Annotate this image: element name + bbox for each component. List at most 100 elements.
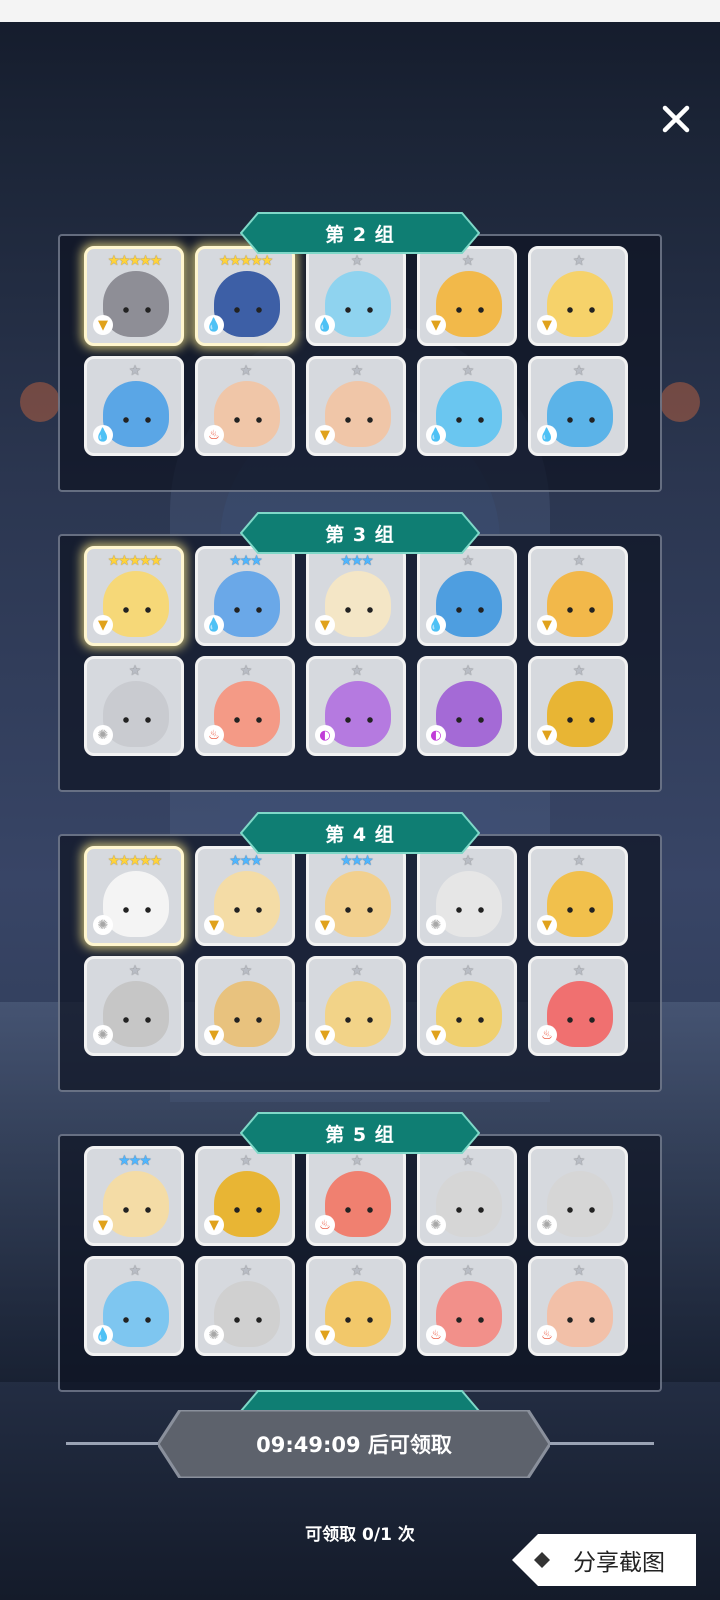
star-rating-icon: ★★★★★ — [218, 253, 274, 269]
hero-eyes — [345, 907, 373, 913]
hero-card[interactable]: ★ ✺ — [84, 956, 184, 1056]
status-bar — [0, 0, 720, 22]
hero-portrait — [103, 871, 169, 937]
hero-card[interactable]: ★ ♨ — [417, 1256, 517, 1356]
hero-eyes — [456, 717, 484, 723]
hero-card[interactable]: ★ 💧 — [306, 246, 406, 346]
hero-portrait — [547, 271, 613, 337]
hero-card[interactable]: ★★★★★ ▼ — [84, 246, 184, 346]
hero-card[interactable]: ★ ♨ — [195, 656, 295, 756]
star-rating-icon: ★ — [461, 1153, 475, 1169]
fire-element-icon: ♨ — [426, 1325, 446, 1345]
water-element-icon: 💧 — [426, 615, 446, 635]
hero-eyes — [456, 417, 484, 423]
group-banner-3: 第 3 组 — [240, 512, 480, 554]
hero-card[interactable]: ★ ▼ — [195, 1146, 295, 1246]
hero-eyes — [234, 717, 262, 723]
hero-card[interactable]: ★ ▼ — [306, 1256, 406, 1356]
star-rating-icon: ★ — [239, 1263, 253, 1279]
hero-portrait — [547, 981, 613, 1047]
hero-portrait — [103, 681, 169, 747]
hero-portrait — [214, 1171, 280, 1237]
hero-card[interactable]: ★ 💧 — [528, 356, 628, 456]
hero-card[interactable]: ★ ◐ — [417, 656, 517, 756]
light-element-icon: ✺ — [93, 1025, 113, 1045]
hero-card[interactable]: ★★★ ▼ — [195, 846, 295, 946]
hero-eyes — [345, 1317, 373, 1323]
hero-card[interactable]: ★ ♨ — [528, 1256, 628, 1356]
fire-element-icon: ♨ — [537, 1025, 557, 1045]
group-title: 第 2 组 — [325, 223, 395, 246]
hero-portrait — [103, 1281, 169, 1347]
water-element-icon: 💧 — [93, 1325, 113, 1345]
team-list-scroll[interactable]: ★★★★★ ▼ ★★★★★ 💧 ★ 💧 ★ ▼ ★ ▼ ★ 💧 ★ ♨ ★ ▼ ★ 💧 ★ 💧 第 2 组 ★★★★★ ▼ ★… — [0, 162, 720, 1410]
hero-card[interactable]: ★ ♨ — [195, 356, 295, 456]
star-rating-icon: ★ — [572, 253, 586, 269]
hero-eyes — [456, 1207, 484, 1213]
star-rating-icon: ★ — [572, 963, 586, 979]
earth-element-icon: ▼ — [537, 615, 557, 635]
share-screenshot-button[interactable]: 分享截图 — [512, 1534, 696, 1586]
hero-card[interactable]: ★ ✺ — [417, 1146, 517, 1246]
hero-card[interactable]: ★ ✺ — [417, 846, 517, 946]
light-element-icon: ✺ — [93, 725, 113, 745]
earth-element-icon: ▼ — [426, 315, 446, 335]
claim-timer-button[interactable]: 09:49:09 后可领取 — [158, 1410, 550, 1478]
hero-card[interactable]: ★ 💧 — [417, 546, 517, 646]
team-group-2: ★★★★★ ▼ ★★★★★ 💧 ★ 💧 ★ ▼ ★ ▼ ★ 💧 ★ ♨ ★ ▼ ★ 💧 ★ 💧 — [58, 234, 662, 492]
hero-card[interactable]: ★★★ ▼ — [306, 846, 406, 946]
hero-card[interactable]: ★ ▼ — [528, 546, 628, 646]
hero-eyes — [456, 1317, 484, 1323]
earth-element-icon: ▼ — [204, 1215, 224, 1235]
hero-portrait — [547, 681, 613, 747]
hero-card[interactable]: ★ ▼ — [195, 956, 295, 1056]
hero-card[interactable]: ★ ▼ — [306, 356, 406, 456]
hero-card[interactable]: ★ ✺ — [84, 656, 184, 756]
hero-card[interactable]: ★ 💧 — [417, 356, 517, 456]
hero-card[interactable]: ★★★★★ ✺ — [84, 846, 184, 946]
hero-eyes — [345, 1207, 373, 1213]
group-banner-4: 第 4 组 — [240, 812, 480, 854]
earth-element-icon: ▼ — [315, 425, 335, 445]
hero-card[interactable]: ★★★★★ ▼ — [84, 546, 184, 646]
star-rating-icon: ★ — [350, 663, 364, 679]
hero-card[interactable]: ★ 💧 — [84, 356, 184, 456]
star-rating-icon: ★ — [461, 853, 475, 869]
hero-card[interactable]: ★ ▼ — [528, 846, 628, 946]
hero-card[interactable]: ★ ▼ — [528, 656, 628, 756]
hero-card[interactable]: ★ ▼ — [417, 246, 517, 346]
group-banner-5: 第 5 组 — [240, 1112, 480, 1154]
hero-eyes — [123, 907, 151, 913]
star-rating-icon: ★ — [572, 663, 586, 679]
hero-eyes — [345, 607, 373, 613]
hero-card[interactable]: ★ ✺ — [195, 1256, 295, 1356]
hero-card[interactable]: ★ ▼ — [528, 246, 628, 346]
hero-portrait — [103, 981, 169, 1047]
hero-card[interactable]: ★★★ ▼ — [306, 546, 406, 646]
star-rating-icon: ★★★ — [340, 553, 374, 569]
earth-element-icon: ▼ — [426, 1025, 446, 1045]
hero-card[interactable]: ★ ♨ — [306, 1146, 406, 1246]
dark-element-icon: ◐ — [426, 725, 446, 745]
star-rating-icon: ★ — [239, 363, 253, 379]
hero-eyes — [345, 417, 373, 423]
hero-card[interactable]: ★ ◐ — [306, 656, 406, 756]
hero-card[interactable]: ★ ✺ — [528, 1146, 628, 1246]
hero-portrait — [436, 871, 502, 937]
hero-card[interactable]: ★★★★★ 💧 — [195, 246, 295, 346]
hero-eyes — [234, 1017, 262, 1023]
hero-card[interactable]: ★ ♨ — [528, 956, 628, 1056]
hero-card[interactable]: ★ 💧 — [84, 1256, 184, 1356]
hero-card[interactable]: ★★★ 💧 — [195, 546, 295, 646]
star-rating-icon: ★ — [572, 1263, 586, 1279]
earth-element-icon: ▼ — [204, 915, 224, 935]
divider-left — [66, 1442, 166, 1445]
team-group-5: ★★★ ▼ ★ ▼ ★ ♨ ★ ✺ ★ ✺ ★ 💧 ★ ✺ ★ ▼ ★ ♨ ★ ♨ — [58, 1134, 662, 1392]
hero-portrait — [547, 1281, 613, 1347]
hero-card[interactable]: ★★★ ▼ — [84, 1146, 184, 1246]
hero-portrait — [325, 871, 391, 937]
divider-right — [546, 1442, 654, 1445]
close-button[interactable] — [655, 98, 697, 140]
hero-card[interactable]: ★ ▼ — [306, 956, 406, 1056]
hero-card[interactable]: ★ ▼ — [417, 956, 517, 1056]
